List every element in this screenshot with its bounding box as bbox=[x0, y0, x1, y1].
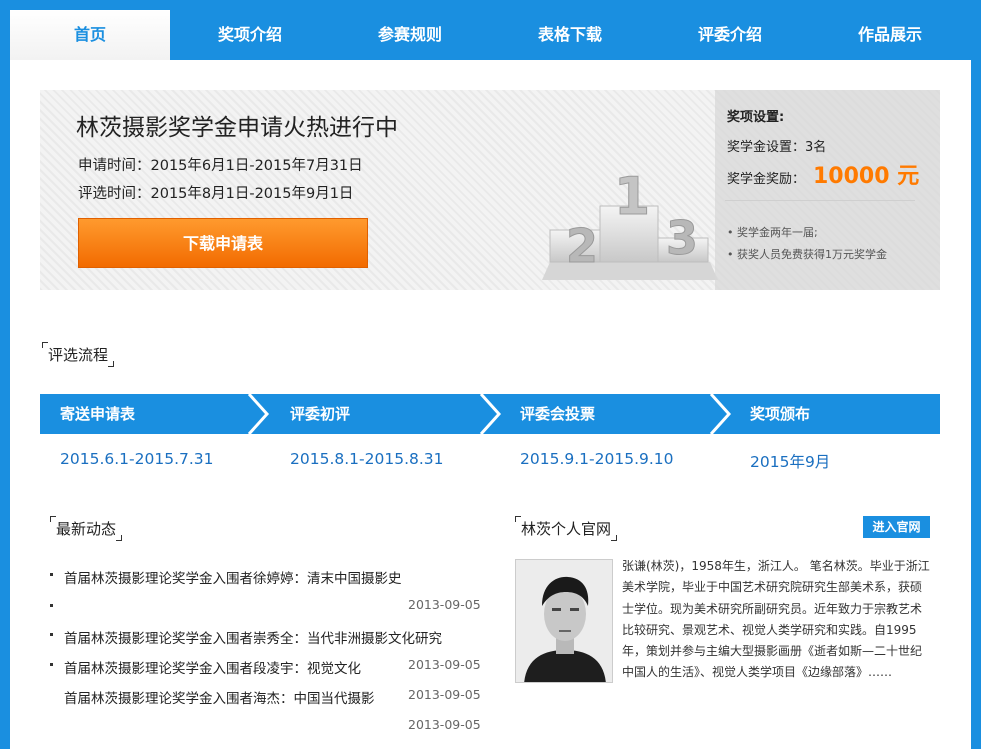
enter-official-site-button[interactable]: 进入官网 bbox=[863, 516, 930, 538]
svg-text:1: 1 bbox=[614, 167, 650, 227]
award-title: 奖项设置: bbox=[727, 110, 785, 125]
profile-bio: 张谦(林茨)，1958年生，浙江人。 笔名林茨。毕业于浙江美术学院，毕业于中国艺… bbox=[622, 559, 930, 680]
news-section-title: 最新动态 bbox=[50, 516, 123, 541]
award-note: • 获奖人员免费获得1万元奖学金 bbox=[727, 248, 887, 261]
review-time: 评选时间：2015年8月1日-2015年9月1日 bbox=[78, 186, 354, 202]
award-amount-label: 奖学金奖励： bbox=[727, 172, 806, 187]
svg-text:3: 3 bbox=[666, 211, 698, 265]
news-link[interactable]: 首届林茨摄影理论奖学金入围者段凌宇：视觉文化 bbox=[64, 657, 361, 677]
step-label: 评委初评 bbox=[290, 405, 351, 423]
award-count: 奖学金设置：3名 bbox=[727, 140, 827, 155]
bullet-icon bbox=[50, 633, 53, 636]
step-date: 2015.9.1-2015.9.10 bbox=[520, 450, 674, 468]
process-bar: 寄送申请表 评委初评 评委会投票 奖项颁布 bbox=[40, 394, 940, 434]
news-link[interactable]: 首届林茨摄影理论奖学金入围者海杰：中国当代摄影 bbox=[64, 687, 375, 707]
svg-text:2: 2 bbox=[566, 219, 598, 273]
step-arrow-icon bbox=[247, 394, 270, 434]
nav-awards[interactable]: 奖项介绍 bbox=[170, 10, 330, 60]
bullet-icon bbox=[50, 604, 53, 607]
step-label: 寄送申请表 bbox=[60, 405, 136, 423]
avatar bbox=[515, 559, 613, 683]
bullet-icon bbox=[50, 663, 53, 666]
bullet-icon bbox=[50, 573, 53, 576]
news-date: 2013-09-05 bbox=[408, 717, 481, 732]
award-amount: 10000 元 bbox=[813, 164, 920, 189]
news-link[interactable]: 首届林茨摄影理论奖学金入围者徐婷婷：清末中国摄影史 bbox=[64, 567, 402, 587]
news-date: 2013-09-05 bbox=[408, 687, 481, 702]
main-nav: 首页 奖项介绍 参赛规则 表格下载 评委介绍 作品展示 bbox=[10, 10, 970, 60]
profile-section-title: 林茨个人官网 bbox=[515, 516, 618, 541]
nav-judges[interactable]: 评委介绍 bbox=[650, 10, 810, 60]
award-panel: 奖项设置: 奖学金设置：3名 奖学金奖励： 10000 元 • 奖学金两年一届;… bbox=[715, 90, 940, 290]
apply-time: 申请时间：2015年6月1日-2015年7月31日 bbox=[78, 158, 363, 174]
banner-title: 林茨摄影奖学金申请火热进行中 bbox=[76, 115, 398, 141]
hero-banner: 林茨摄影奖学金申请火热进行中 申请时间：2015年6月1日-2015年7月31日… bbox=[40, 90, 940, 290]
nav-rules[interactable]: 参赛规则 bbox=[330, 10, 490, 60]
nav-downloads[interactable]: 表格下载 bbox=[490, 10, 650, 60]
step-label: 评委会投票 bbox=[520, 405, 596, 423]
step-date: 2015年9月 bbox=[750, 453, 831, 471]
news-link[interactable]: 首届林茨摄影理论奖学金入围者崇秀全：当代非洲摄影文化研究 bbox=[64, 627, 442, 647]
award-note: • 奖学金两年一届; bbox=[727, 226, 818, 239]
step-arrow-icon bbox=[709, 394, 732, 434]
step-label: 奖项颁布 bbox=[750, 405, 811, 423]
step-arrow-icon bbox=[479, 394, 502, 434]
nav-works[interactable]: 作品展示 bbox=[810, 10, 970, 60]
news-date: 2013-09-05 bbox=[408, 597, 481, 612]
news-date: 2013-09-05 bbox=[408, 657, 481, 672]
portrait-image bbox=[516, 560, 612, 682]
download-form-button[interactable]: 下载申请表 bbox=[78, 218, 368, 268]
award-divider bbox=[725, 200, 915, 201]
step-date: 2015.6.1-2015.7.31 bbox=[60, 450, 214, 468]
step-date: 2015.8.1-2015.8.31 bbox=[290, 450, 444, 468]
content-area: 林茨摄影奖学金申请火热进行中 申请时间：2015年6月1日-2015年7月31日… bbox=[10, 60, 971, 749]
podium-illustration: 2 1 3 bbox=[542, 167, 718, 280]
process-section-title: 评选流程 bbox=[42, 342, 115, 367]
nav-home[interactable]: 首页 bbox=[10, 10, 170, 60]
